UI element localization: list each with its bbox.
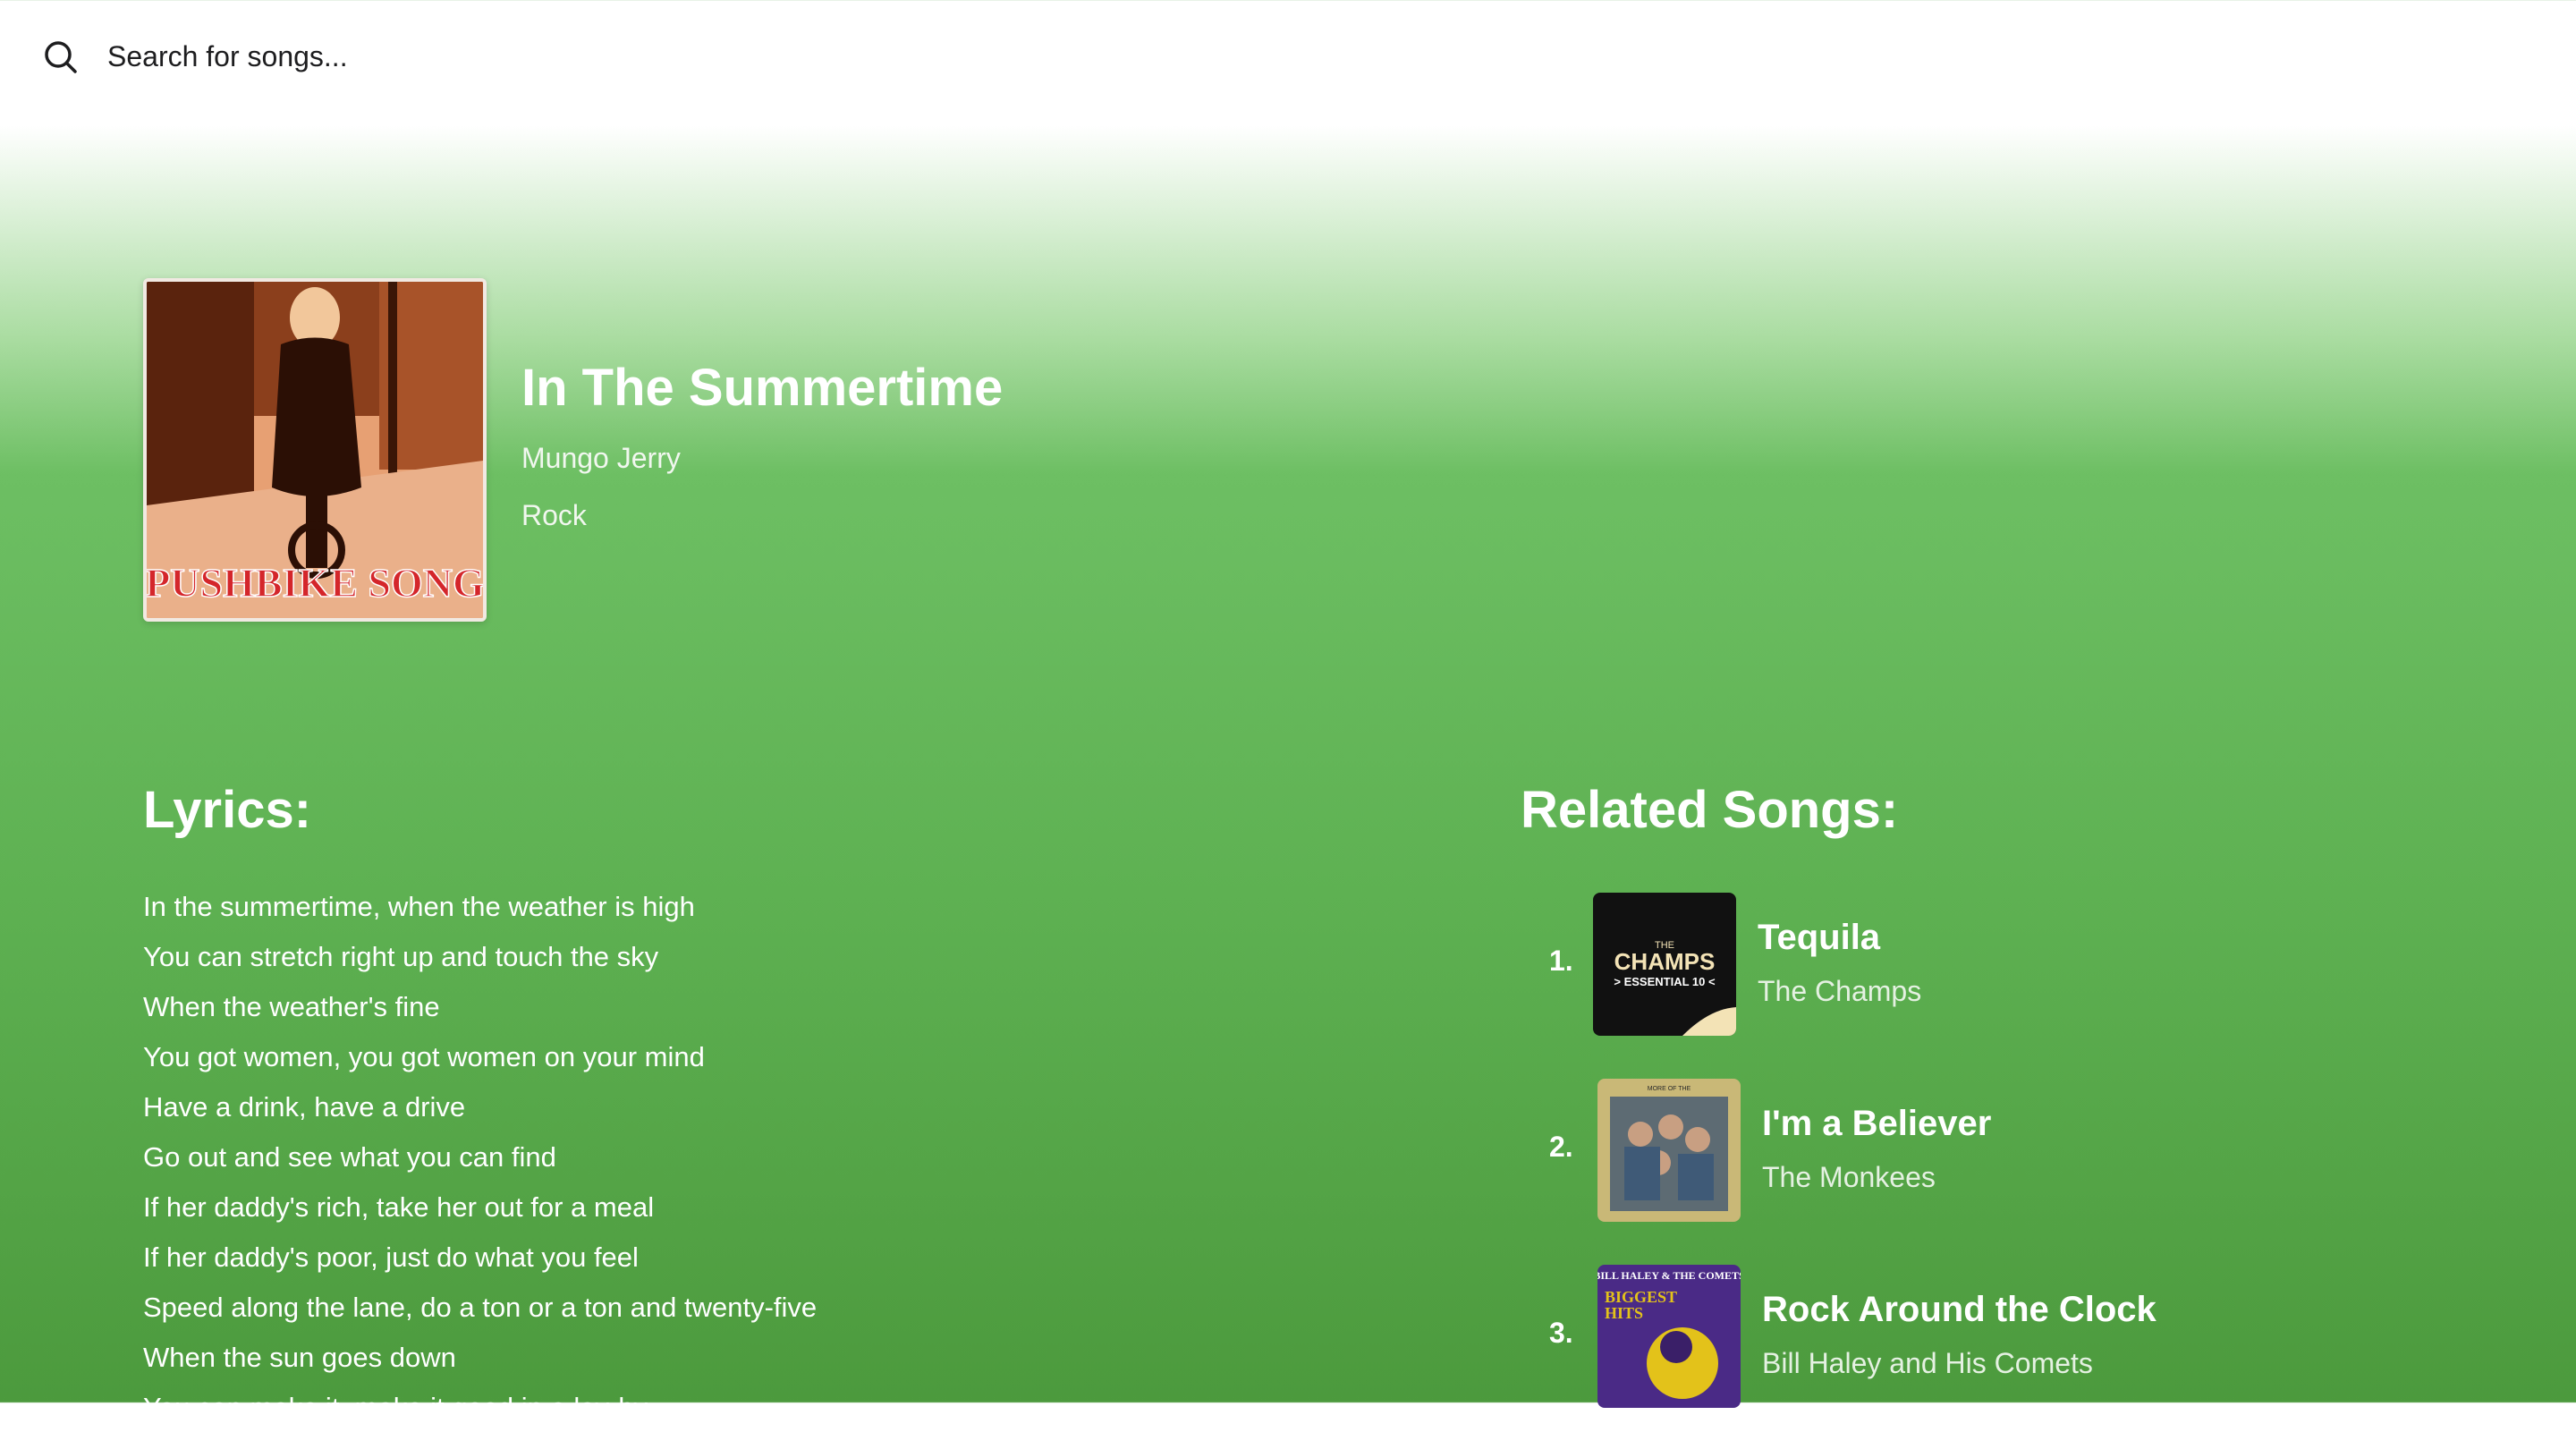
- related-song-title[interactable]: Rock Around the Clock: [1762, 1290, 2157, 1330]
- song-title: In The Summertime: [521, 359, 1004, 417]
- related-song-title[interactable]: Tequila: [1758, 918, 1880, 958]
- lyric-line: You can stretch right up and touch the s…: [143, 941, 659, 972]
- related-songs-heading: Related Songs:: [1521, 781, 1899, 839]
- related-songs-list: 1. THE CHAMPS > ESSENTIAL 10 < Tequila T…: [1521, 891, 2415, 1449]
- svg-text:BIGGEST: BIGGEST: [1605, 1288, 1677, 1306]
- lyric-line: When the weather's fine: [143, 991, 440, 1022]
- svg-text:HITS: HITS: [1605, 1304, 1643, 1322]
- album-cover-text: PUSHBIKE SONG: [147, 560, 483, 606]
- related-song-title[interactable]: I'm a Believer: [1762, 1104, 1991, 1144]
- lyric-line: If her daddy's poor, just do what you fe…: [143, 1241, 639, 1273]
- related-song-number: 1.: [1549, 945, 1573, 977]
- lyric-line: If her daddy's rich, take her out for a …: [143, 1191, 655, 1223]
- lyric-line: In the summertime, when the weather is h…: [143, 891, 695, 922]
- song-genre[interactable]: Rock: [521, 499, 587, 532]
- song-artist[interactable]: Mungo Jerry: [521, 442, 681, 475]
- lyrics-heading: Lyrics:: [143, 781, 312, 839]
- related-song-cover[interactable]: BILL HALEY & THE COMETS BIGGEST HITS: [1597, 1265, 1741, 1408]
- lyric-line: Have a drink, have a drive: [143, 1091, 466, 1123]
- search-icon[interactable]: [41, 38, 80, 77]
- lyric-line: You got women, you got women on your min…: [143, 1041, 705, 1072]
- lyrics-list: In the summertime, when the weather is h…: [143, 882, 817, 1433]
- lyric-line: When the sun goes down: [143, 1342, 456, 1373]
- related-song-artist: The Champs: [1758, 975, 1922, 1007]
- lyric-line: Speed along the lane, do a ton or a ton …: [143, 1292, 818, 1323]
- related-song-item[interactable]: 1. THE CHAMPS > ESSENTIAL 10 < Tequila T…: [1521, 891, 2415, 1077]
- related-song-artist: Bill Haley and His Comets: [1762, 1347, 2093, 1379]
- search-input[interactable]: [107, 30, 823, 82]
- album-cover: PUSHBIKE SONG: [143, 278, 487, 622]
- svg-text:MORE OF THE: MORE OF THE: [1648, 1086, 1691, 1092]
- related-song-number: 2.: [1549, 1131, 1573, 1163]
- related-song-item[interactable]: 3. BILL HALEY & THE COMETS BIGGEST HITS …: [1521, 1263, 2415, 1449]
- related-song-cover[interactable]: THE CHAMPS > ESSENTIAL 10 <: [1593, 893, 1736, 1036]
- top-search-bar: [0, 0, 2576, 114]
- lyric-line: Go out and see what you can find: [143, 1141, 556, 1173]
- svg-text:> ESSENTIAL 10 <: > ESSENTIAL 10 <: [1614, 975, 1716, 988]
- related-song-artist: The Monkees: [1762, 1161, 1936, 1193]
- lyric-line: You can make it, make it good in a lay-b…: [143, 1392, 648, 1423]
- svg-text:BILL HALEY & THE COMETS: BILL HALEY & THE COMETS: [1597, 1269, 1741, 1282]
- svg-text:CHAMPS: CHAMPS: [1614, 948, 1716, 975]
- related-song-item[interactable]: 2. MORE OF THE I'm a Believer The Monkee…: [1521, 1077, 2415, 1263]
- related-song-cover[interactable]: MORE OF THE: [1597, 1079, 1741, 1222]
- related-song-number: 3.: [1549, 1317, 1573, 1349]
